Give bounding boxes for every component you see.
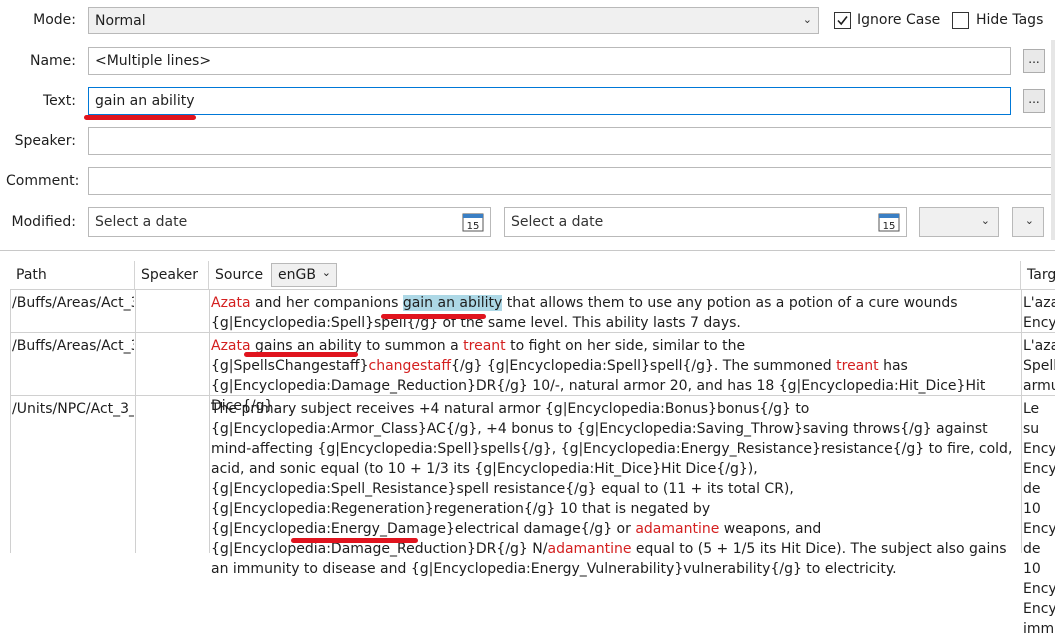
annotation-underline [291, 538, 418, 543]
date-filter-dropdown[interactable]: ⌄ [919, 207, 999, 237]
column-header-source[interactable]: Source enGB ⌄ [209, 261, 1021, 290]
highlighted-text: changestaff [368, 358, 452, 374]
text-ellipsis-button[interactable]: ... [1023, 89, 1045, 113]
source-text: and her companions [250, 295, 403, 311]
hide-tags-checkbox[interactable] [952, 12, 969, 29]
highlighted-text: Azata [211, 295, 251, 311]
chevron-down-icon: ⌄ [802, 13, 812, 26]
svg-text:15: 15 [883, 221, 896, 232]
source-cell: Azata and her companions gain an ability… [209, 290, 1021, 333]
svg-text:15: 15 [467, 221, 480, 232]
target-cell: L'aza Encyc [1023, 295, 1055, 331]
chevron-down-icon: ⌄ [980, 214, 990, 227]
source-language-select[interactable]: enGB ⌄ [271, 263, 337, 287]
speaker-cell [135, 290, 209, 293]
name-ellipsis-button[interactable]: ... [1023, 49, 1045, 73]
table-row[interactable]: /Buffs/Areas/Act_3 Azata gains an abilit… [10, 332, 1055, 414]
chevron-down-icon: ⌄ [1024, 214, 1034, 227]
name-field[interactable]: <Multiple lines> [88, 47, 1011, 75]
column-header-speaker[interactable]: Speaker [135, 261, 209, 290]
ignore-case-checkbox[interactable] [834, 12, 851, 29]
speaker-field[interactable] [88, 127, 1055, 155]
grid-header: Path Speaker Source enGB ⌄ Targ [10, 261, 1055, 290]
annotation-underline [381, 314, 486, 319]
search-match: gain an ability [402, 295, 503, 311]
target-cell: Le su Encyc Encyc de 10 Encyc de 10 Ency… [1023, 401, 1055, 637]
date-from-picker[interactable]: Select a date 15 [88, 207, 491, 237]
highlighted-text: treant [836, 358, 879, 374]
hide-tags-label[interactable]: Hide Tags [976, 12, 1043, 28]
speaker-label: Speaker: [14, 133, 76, 149]
form-scrollbar-edge[interactable] [1051, 40, 1055, 240]
calendar-icon[interactable]: 15 [878, 212, 900, 232]
chevron-down-icon: ⌄ [321, 266, 331, 279]
highlighted-text: adamantine [547, 541, 632, 557]
comment-field[interactable] [88, 167, 1055, 195]
highlighted-text: adamantine [635, 521, 720, 537]
comment-label: Comment: [6, 173, 80, 189]
speaker-cell [135, 333, 209, 336]
mode-select[interactable]: Normal ⌄ [88, 7, 819, 34]
text-field-value: gain an ability [95, 93, 195, 109]
ignore-case-label[interactable]: Ignore Case [857, 12, 940, 28]
date-to-picker[interactable]: Select a date 15 [504, 207, 907, 237]
results-grid: Path Speaker Source enGB ⌄ Targ /Buffs/A… [0, 250, 1055, 637]
highlighted-text: treant [463, 338, 506, 354]
date-to-placeholder: Select a date [511, 214, 604, 230]
extra-dropdown[interactable]: ⌄ [1012, 207, 1044, 237]
calendar-icon[interactable]: 15 [462, 212, 484, 232]
speaker-cell [135, 396, 209, 399]
path-cell: /Buffs/Areas/Act_3 [12, 295, 134, 311]
check-icon [837, 16, 848, 26]
column-header-target[interactable]: Targ [1021, 261, 1055, 290]
path-cell: /Buffs/Areas/Act_3 [12, 338, 134, 354]
text-field[interactable]: gain an ability [88, 87, 1011, 115]
source-text: {/g} {g|Encyclopedia:Spell}spell{/g}. Th… [451, 358, 837, 374]
path-cell: /Units/NPC/Act_3_ [12, 401, 134, 417]
name-label: Name: [29, 53, 76, 69]
annotation-underline [84, 115, 196, 120]
source-language-value: enGB [278, 267, 316, 283]
column-header-source-label: Source [215, 267, 264, 283]
date-from-placeholder: Select a date [95, 214, 188, 230]
annotation-underline [244, 352, 358, 357]
table-row[interactable]: /Buffs/Areas/Act_3 Azata and her compani… [10, 289, 1055, 333]
source-text: The primary subject receives +4 natural … [211, 401, 1013, 537]
modified-label: Modified: [11, 214, 76, 230]
table-row[interactable]: /Units/NPC/Act_3_ The primary subject re… [10, 395, 1055, 637]
target-cell: L'aza Spell armu [1023, 338, 1055, 394]
text-label: Text: [42, 93, 76, 109]
column-header-path[interactable]: Path [10, 261, 135, 290]
mode-select-value: Normal [95, 12, 146, 29]
name-field-value: <Multiple lines> [95, 53, 212, 69]
mode-label: Mode: [33, 12, 76, 28]
